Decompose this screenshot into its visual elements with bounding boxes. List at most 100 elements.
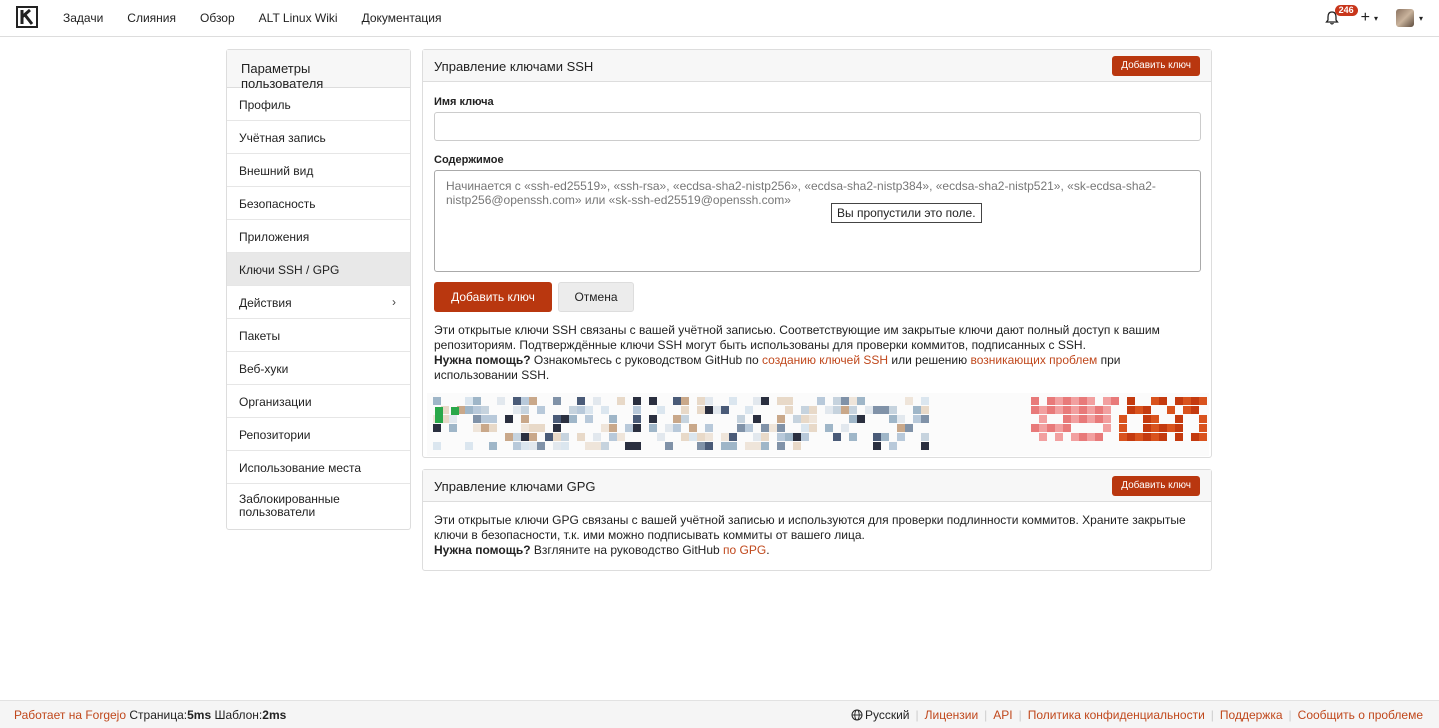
gpg-keys-panel: Управление ключами GPG Добавить ключ Эти… [422,469,1212,571]
sidebar-item-account[interactable]: Учётная запись [227,121,410,154]
sidebar-item-repositories[interactable]: Репозитории [227,418,410,451]
redacted-pixel [721,406,729,414]
sidebar-item-applications[interactable]: Приложения [227,220,410,253]
sidebar-item-packages[interactable]: Пакеты [227,319,410,352]
redacted-pixel [521,442,529,450]
redacted-pixel [889,406,897,414]
create-chevron-down-icon[interactable]: ▾ [1374,14,1378,23]
redacted-pixel [1103,424,1111,432]
redacted-pixel [753,415,761,423]
gpg-guide-link[interactable]: по GPG [723,543,766,557]
redacted-pixel [577,397,585,405]
redacted-pixel [577,433,585,441]
redacted-pixel [681,415,689,423]
redacted-pixel [1079,397,1087,405]
sidebar-item-actions[interactable]: Действия › [227,286,410,319]
redacted-pixel [1135,406,1143,414]
user-chevron-down-icon[interactable]: ▾ [1419,14,1423,23]
globe-icon [851,709,863,721]
redacted-pixel [1063,424,1071,432]
gpg-add-key-header-button[interactable]: Добавить ключ [1112,476,1200,496]
redacted-key-list [427,393,1209,456]
language-selector[interactable]: Русский [851,708,910,722]
ssh-panel-header: Управление ключами SSH Добавить ключ [423,50,1211,82]
sidebar-item-organizations[interactable]: Организации [227,385,410,418]
redacted-pixel [451,407,459,415]
sidebar-item-label: Приложения [239,230,310,244]
powered-by-link[interactable]: Работает на Forgejo [14,708,126,722]
footer-link-api[interactable]: API [993,708,1012,722]
cancel-button[interactable]: Отмена [558,282,634,312]
redacted-pixel [1055,424,1063,432]
notifications-button[interactable]: 246 [1323,5,1358,30]
redacted-pixel [897,415,905,423]
footer-separator: | [1288,708,1292,722]
sidebar-item-webhooks[interactable]: Веб-хуки [227,352,410,385]
add-key-submit-button[interactable]: Добавить ключ [434,282,552,312]
redacted-pixel [633,424,641,432]
nav-issues[interactable]: Задачи [63,11,103,25]
redacted-pixel [753,397,761,405]
forgejo-logo-icon[interactable] [16,6,38,28]
nav-wiki[interactable]: ALT Linux Wiki [259,11,338,25]
sidebar-item-storage-usage[interactable]: Использование места [227,451,410,484]
redacted-pixel [745,424,753,432]
redacted-pixel [737,424,745,432]
redacted-pixel [793,415,801,423]
redacted-pixel [601,406,609,414]
redacted-pixel [1031,406,1039,414]
redacted-pixel [1191,406,1199,414]
redacted-pixel [793,442,801,450]
sidebar-item-ssh-gpg-keys[interactable]: Ключи SSH / GPG [227,253,410,286]
redacted-pixel [745,442,753,450]
key-content-textarea[interactable]: Начинается с «ssh-ed25519», «ssh-rsa», «… [434,170,1201,272]
sidebar-item-blocked-users[interactable]: Заблокированные пользователи [227,484,410,529]
redacted-pixel [1191,433,1199,441]
footer-separator: | [915,708,919,722]
sidebar-item-appearance[interactable]: Внешний вид [227,154,410,187]
redacted-pixel [737,415,745,423]
nav-docs[interactable]: Документация [362,11,442,25]
redacted-pixel [753,442,761,450]
redacted-pixel [617,433,625,441]
nav-pulls[interactable]: Слияния [127,11,176,25]
ssh-troubleshoot-link[interactable]: возникающих проблем [970,353,1097,367]
redacted-pixel [681,406,689,414]
redacted-pixel [721,442,729,450]
redacted-pixel [1119,433,1127,441]
redacted-pixel [833,397,841,405]
redacted-pixel [1191,397,1199,405]
redacted-pixel [657,406,665,414]
redacted-pixel [777,433,785,441]
ssh-add-key-header-button[interactable]: Добавить ключ [1112,56,1200,76]
footer-right: Русский | Лицензии | API | Политика конф… [851,708,1423,722]
top-navbar: Задачи Слияния Обзор ALT Linux Wiki Доку… [0,0,1439,37]
redacted-pixel [921,442,929,450]
sidebar-item-label: Заблокированные пользователи [239,492,340,519]
redacted-pixel [1167,406,1175,414]
redacted-pixel [481,406,489,414]
redacted-pixel [697,397,705,405]
redacted-pixel [761,442,769,450]
redacted-pixel [625,424,633,432]
sidebar-item-security[interactable]: Безопасность [227,187,410,220]
key-name-input[interactable] [434,112,1201,141]
ssh-create-keys-link[interactable]: созданию ключей SSH [762,353,888,367]
redacted-pixel [721,433,729,441]
sidebar-item-profile[interactable]: Профиль [227,88,410,121]
footer-link-report-issue[interactable]: Сообщить о проблеме [1298,708,1423,722]
footer-link-support[interactable]: Поддержка [1220,708,1283,722]
footer-link-privacy[interactable]: Политика конфиденциальности [1028,708,1205,722]
redacted-pixel [809,406,817,414]
redacted-pixel [1039,424,1047,432]
redacted-pixel [849,415,857,423]
redacted-pixel [521,433,529,441]
redacted-pixel [585,442,593,450]
create-new-button[interactable]: + [1361,9,1370,27]
redacted-pixel [833,433,841,441]
nav-explore[interactable]: Обзор [200,11,235,25]
avatar[interactable] [1395,9,1414,27]
redacted-pixel [1071,397,1079,405]
footer: Работает на Forgejo Страница:5ms Шаблон:… [0,700,1439,728]
footer-link-licenses[interactable]: Лицензии [925,708,979,722]
